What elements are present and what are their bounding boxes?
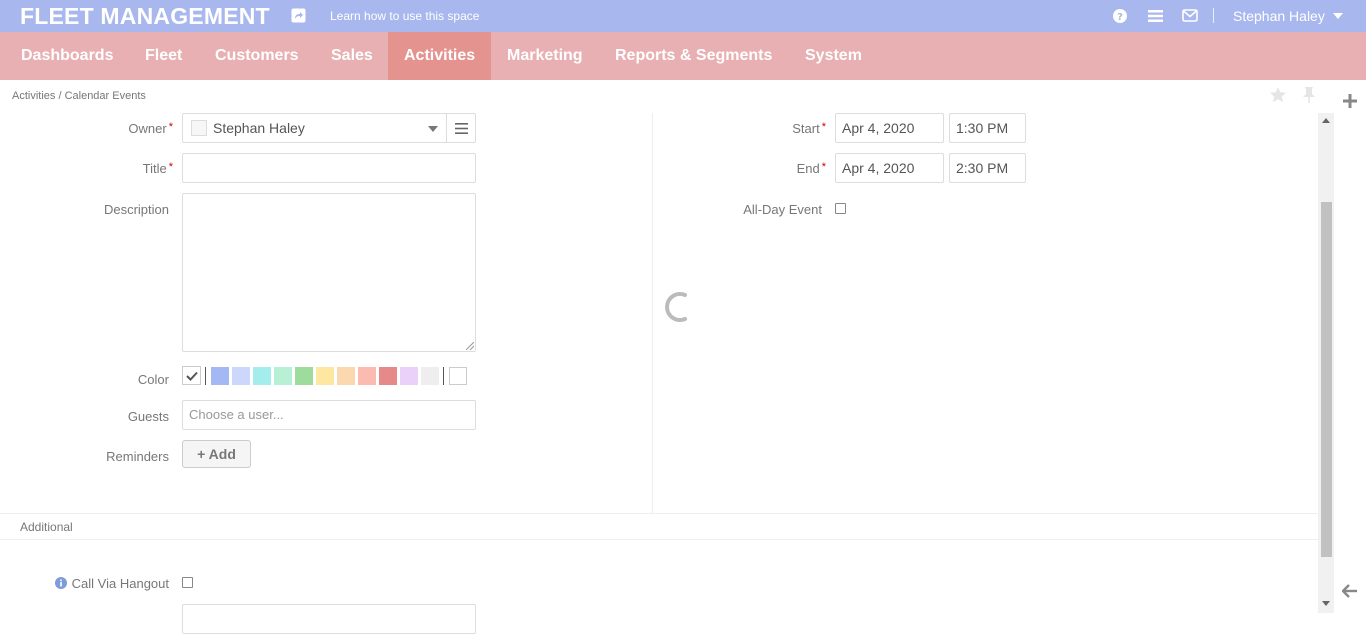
start-label: Start * — [792, 121, 826, 136]
avatar — [191, 120, 207, 136]
swatch-color[interactable] — [400, 366, 418, 385]
swatch-color[interactable] — [421, 366, 439, 385]
menu-icon[interactable] — [1148, 9, 1163, 23]
color-label: Color — [137, 372, 169, 387]
swatch-color[interactable] — [358, 366, 376, 385]
swatch-custom[interactable] — [449, 366, 467, 385]
add-reminder-button[interactable]: + Add — [182, 440, 251, 468]
right-sidebar — [1334, 80, 1366, 613]
nav-activities[interactable]: Activities — [388, 32, 491, 80]
guests-input[interactable]: Choose a user... — [182, 400, 476, 430]
swatch-color[interactable] — [379, 366, 397, 385]
guests-label: Guests — [127, 409, 169, 424]
help-icon[interactable]: ? — [1113, 9, 1127, 23]
topbar-separator — [1213, 8, 1214, 23]
column-divider — [652, 113, 653, 513]
event-form: Owner * Stephan Haley Title * Description … — [0, 113, 1318, 634]
swatch-color[interactable] — [253, 366, 271, 385]
swatch-separator — [205, 366, 206, 385]
end-time-input[interactable]: 2:30 PM — [949, 153, 1026, 183]
svg-text:?: ? — [1117, 12, 1123, 23]
all-day-checkbox[interactable] — [835, 203, 846, 214]
scroll-up-icon[interactable] — [1322, 118, 1330, 123]
nav-fleet[interactable]: Fleet — [129, 32, 198, 80]
mail-icon[interactable] — [1182, 9, 1198, 22]
pin-icon[interactable] — [1301, 86, 1317, 104]
nav-sales[interactable]: Sales — [315, 32, 389, 80]
user-name: Stephan Haley — [1233, 8, 1325, 24]
nav-system[interactable]: System — [789, 32, 878, 80]
app-brand[interactable]: FLEET MANAGEMENT — [20, 3, 270, 30]
nav-reports-segments[interactable]: Reports & Segments — [599, 32, 788, 80]
swatch-color[interactable] — [211, 366, 229, 385]
end-label: End * — [796, 161, 826, 176]
owner-select[interactable]: Stephan Haley — [182, 113, 447, 143]
additional-input[interactable] — [182, 604, 476, 634]
title-label: Title * — [142, 161, 173, 176]
end-date-input[interactable]: Apr 4, 2020 — [835, 153, 944, 183]
owner-value: Stephan Haley — [213, 120, 305, 136]
back-arrow-icon[interactable] — [1342, 584, 1357, 598]
resize-grip-icon[interactable] — [466, 342, 474, 350]
swatch-separator — [443, 366, 444, 385]
all-day-label: All-Day Event — [743, 202, 822, 217]
description-label: Description — [103, 202, 169, 217]
chevron-down-icon — [1332, 13, 1343, 19]
user-menu[interactable]: Stephan Haley — [1233, 8, 1343, 24]
swatch-color[interactable] — [316, 366, 334, 385]
share-icon[interactable] — [291, 8, 306, 23]
hangout-checkbox[interactable] — [182, 577, 193, 588]
scroll-down-icon[interactable] — [1322, 601, 1330, 606]
loading-spinner-icon — [665, 292, 687, 322]
swatch-color[interactable] — [274, 366, 292, 385]
description-textarea[interactable] — [182, 193, 476, 352]
check-icon — [185, 371, 198, 381]
swatch-none[interactable] — [182, 366, 201, 385]
hangout-label: Call Via Hangout — [71, 576, 169, 591]
nav-customers[interactable]: Customers — [199, 32, 315, 80]
owner-list-button[interactable] — [446, 113, 476, 143]
top-bar: FLEET MANAGEMENT Learn how to use this s… — [0, 0, 1366, 32]
main-nav: Dashboards Fleet Customers Sales Activit… — [0, 32, 1366, 80]
swatch-color[interactable] — [232, 366, 250, 385]
nav-marketing[interactable]: Marketing — [491, 32, 599, 80]
start-date-input[interactable]: Apr 4, 2020 — [835, 113, 944, 143]
list-icon — [455, 123, 468, 134]
scrollbar-thumb[interactable] — [1321, 202, 1332, 557]
chevron-down-icon — [428, 126, 438, 132]
swatch-color[interactable] — [337, 366, 355, 385]
breadcrumb: Activities / Calendar Events — [12, 90, 146, 102]
learn-link[interactable]: Learn how to use this space — [330, 9, 479, 23]
swatch-color[interactable] — [295, 366, 313, 385]
additional-section-header: Additional — [0, 514, 1318, 540]
section-title: Additional — [20, 520, 73, 534]
owner-label: Owner * — [128, 121, 173, 136]
start-time-input[interactable]: 1:30 PM — [949, 113, 1026, 143]
nav-dashboards[interactable]: Dashboards — [5, 32, 129, 80]
plus-icon[interactable] — [1343, 94, 1357, 108]
star-icon[interactable] — [1269, 86, 1287, 104]
color-picker — [182, 366, 467, 385]
title-input[interactable] — [182, 153, 476, 183]
reminders-label: Reminders — [106, 449, 169, 464]
